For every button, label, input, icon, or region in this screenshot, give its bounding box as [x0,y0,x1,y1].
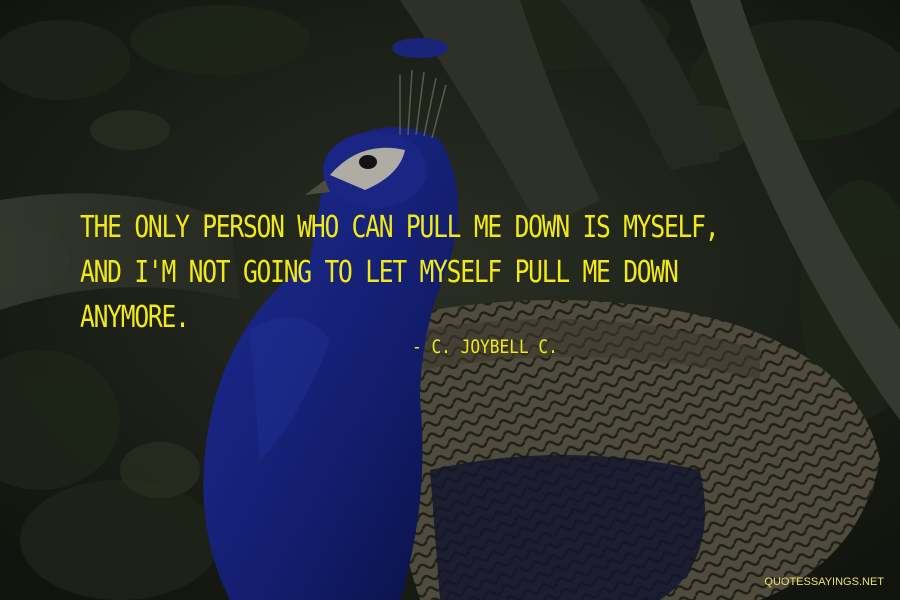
quote-line-3: ANYMORE. [80,300,190,335]
quote-text: THE ONLY PERSON WHO CAN PULL ME DOWN IS … [80,205,720,340]
quote-image: THE ONLY PERSON WHO CAN PULL ME DOWN IS … [0,0,900,600]
quote-line-1: THE ONLY PERSON WHO CAN PULL ME DOWN IS … [80,210,720,245]
quote-author: - C. JOYBELL C. [412,336,558,358]
site-watermark: QUOTESSAYINGS.NET [764,576,884,588]
quote-line-2: AND I'M NOT GOING TO LET MYSELF PULL ME … [80,255,679,290]
